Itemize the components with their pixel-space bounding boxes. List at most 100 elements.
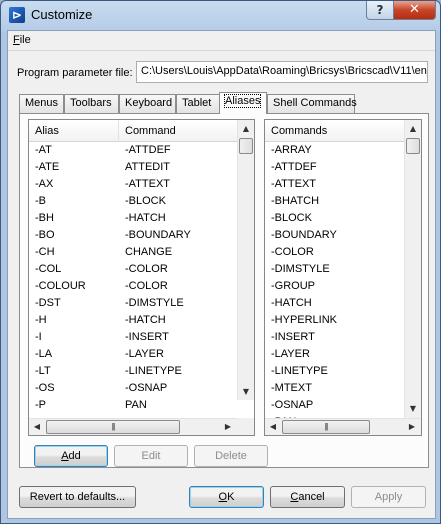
list-item[interactable]: -ATTDEF <box>265 159 404 176</box>
help-button[interactable]: ? <box>366 1 394 20</box>
table-row[interactable]: -CH CHANGE <box>29 244 237 261</box>
table-row[interactable]: -B -BLOCK <box>29 193 237 210</box>
ok-button[interactable]: OK <box>189 486 264 508</box>
list-item[interactable]: -BHATCH <box>265 193 404 210</box>
list-item[interactable]: -LAYER <box>265 346 404 363</box>
alias-cell: -COL <box>35 263 62 275</box>
list-item[interactable]: -HATCH <box>265 295 404 312</box>
alias-cell: -AX <box>35 178 54 190</box>
apply-button[interactable]: Apply <box>351 486 426 508</box>
table-row[interactable]: -LA -LAYER <box>29 346 237 363</box>
scroll-right-arrow-icon[interactable]: ▶ <box>220 419 236 435</box>
list-item[interactable]: -GROUP <box>265 278 404 295</box>
list-item[interactable]: -OSNAP <box>265 397 404 414</box>
alias-cell: -DST <box>35 297 61 309</box>
add-button[interactable]: Add <box>34 445 108 467</box>
column-header-alias[interactable]: Alias <box>29 120 119 142</box>
scroll-right-arrow-icon[interactable]: ▶ <box>404 419 420 435</box>
scrollbar-corner <box>237 418 254 435</box>
add-button-label: dd <box>68 450 81 462</box>
alias-cell: -B <box>35 195 46 207</box>
list-item[interactable]: -COLOR <box>265 244 404 261</box>
table-row[interactable]: -BH -HATCH <box>29 210 237 227</box>
table-row[interactable]: -I -INSERT <box>29 329 237 346</box>
alias-cell: -P <box>35 399 46 411</box>
command-cell: -HATCH <box>125 314 166 326</box>
command-cell: -ATTDEF <box>125 144 171 156</box>
table-row[interactable]: -P PAN <box>29 397 237 414</box>
delete-button[interactable]: Delete <box>194 445 268 467</box>
cancel-button[interactable]: Cancel <box>270 486 345 508</box>
tab-shell-commands[interactable]: Shell Commands <box>267 94 357 113</box>
close-button[interactable]: ✕ <box>393 1 436 20</box>
commands-horizontal-scrollbar[interactable]: ◀ ||| ▶ <box>265 418 421 435</box>
table-row[interactable]: -COLOUR -COLOR <box>29 278 237 295</box>
tab-toolbars[interactable]: Toolbars <box>64 94 119 113</box>
customize-window: ⊳ Customize ? ✕ File Program parameter f… <box>0 0 441 524</box>
table-row[interactable]: -BO -BOUNDARY <box>29 227 237 244</box>
list-item[interactable]: -MTEXT <box>265 380 404 397</box>
revert-to-defaults-button[interactable]: Revert to defaults... <box>19 486 136 508</box>
column-header-command[interactable]: Command <box>119 120 237 142</box>
command-name: -LAYER <box>271 348 310 360</box>
list-item[interactable]: -ARRAY <box>265 142 404 159</box>
title-bar[interactable]: ⊳ Customize ? ✕ <box>1 1 440 29</box>
table-row[interactable]: -DST -DIMSTYLE <box>29 295 237 312</box>
param-file-input[interactable]: C:\Users\Louis\AppData\Roaming\Bricsys\B… <box>136 61 428 83</box>
commands-vertical-scrollbar[interactable]: ▲ ▼ <box>404 120 421 418</box>
commands-list-header: Commands <box>265 120 404 142</box>
list-item[interactable]: -INSERT <box>265 329 404 346</box>
command-name: -BHATCH <box>271 195 320 207</box>
scroll-down-arrow-icon[interactable]: ▼ <box>405 400 421 417</box>
scroll-left-arrow-icon[interactable]: ◀ <box>265 419 281 435</box>
command-cell: CHANGE <box>125 246 173 258</box>
aliases-table[interactable]: Alias Command -AT -ATTDEF -ATE ATTEDIT -AX -A… <box>28 119 255 436</box>
menu-file-label: ile <box>19 34 31 46</box>
scroll-up-arrow-icon[interactable]: ▲ <box>405 120 421 137</box>
aliases-vertical-scrollbar[interactable]: ▲ ▼ <box>237 120 254 400</box>
table-row[interactable]: -AT -ATTDEF <box>29 142 237 159</box>
scroll-left-arrow-icon[interactable]: ◀ <box>29 419 45 435</box>
tab-menus[interactable]: Menus <box>19 94 64 113</box>
tab-aliases[interactable]: Aliases <box>219 92 267 114</box>
command-name: -HYPERLINK <box>271 314 338 326</box>
command-name: -GROUP <box>271 280 315 292</box>
tab-keyboard-label: Keyboard <box>125 97 173 109</box>
alias-cell: -ATE <box>35 161 60 173</box>
tab-keyboard[interactable]: Keyboard <box>119 94 176 113</box>
horizontal-scrollbar-thumb[interactable]: ||| <box>46 420 180 434</box>
aliases-horizontal-scrollbar[interactable]: ◀ ||| ▶ <box>29 418 237 435</box>
table-row[interactable]: -LT -LINETYPE <box>29 363 237 380</box>
scroll-down-arrow-icon[interactable]: ▼ <box>238 383 254 400</box>
menu-bar: File <box>8 31 435 51</box>
list-item[interactable]: -HYPERLINK <box>265 312 404 329</box>
scrollbar-thumb[interactable] <box>406 138 420 154</box>
column-header-commands[interactable]: Commands <box>265 120 404 142</box>
menu-file[interactable]: File <box>13 34 31 46</box>
list-item[interactable]: -ATTEXT <box>265 176 404 193</box>
command-cell: -COLOR <box>125 263 168 275</box>
command-cell: -LINETYPE <box>125 365 182 377</box>
table-row[interactable]: -COL -COLOR <box>29 261 237 278</box>
command-name: -BOUNDARY <box>271 229 337 241</box>
edit-button[interactable]: Edit <box>114 445 188 467</box>
list-item[interactable]: -DIMSTYLE <box>265 261 404 278</box>
scroll-up-arrow-icon[interactable]: ▲ <box>238 120 254 137</box>
aliases-table-header: Alias Command <box>29 120 237 142</box>
list-item[interactable]: -BOUNDARY <box>265 227 404 244</box>
horizontal-scrollbar-thumb[interactable]: ||| <box>282 420 370 434</box>
command-name: -DIMSTYLE <box>271 263 330 275</box>
list-item[interactable]: -LINETYPE <box>265 363 404 380</box>
tab-tablet[interactable]: Tablet <box>176 94 220 113</box>
commands-list[interactable]: Commands -ARRAY -ATTDEF -ATTEXT -BHATCH -BLO… <box>264 119 422 436</box>
table-row[interactable]: -OS -OSNAP <box>29 380 237 397</box>
list-item[interactable]: -BLOCK <box>265 210 404 227</box>
table-row[interactable]: -ATE ATTEDIT <box>29 159 237 176</box>
tab-toolbars-label: Toolbars <box>70 97 112 109</box>
alias-cell: -CH <box>35 246 55 258</box>
table-row[interactable]: -H -HATCH <box>29 312 237 329</box>
scrollbar-thumb[interactable] <box>239 138 253 154</box>
alias-cell: -COLOUR <box>35 280 86 292</box>
command-name: -ATTDEF <box>271 161 317 173</box>
table-row[interactable]: -AX -ATTEXT <box>29 176 237 193</box>
